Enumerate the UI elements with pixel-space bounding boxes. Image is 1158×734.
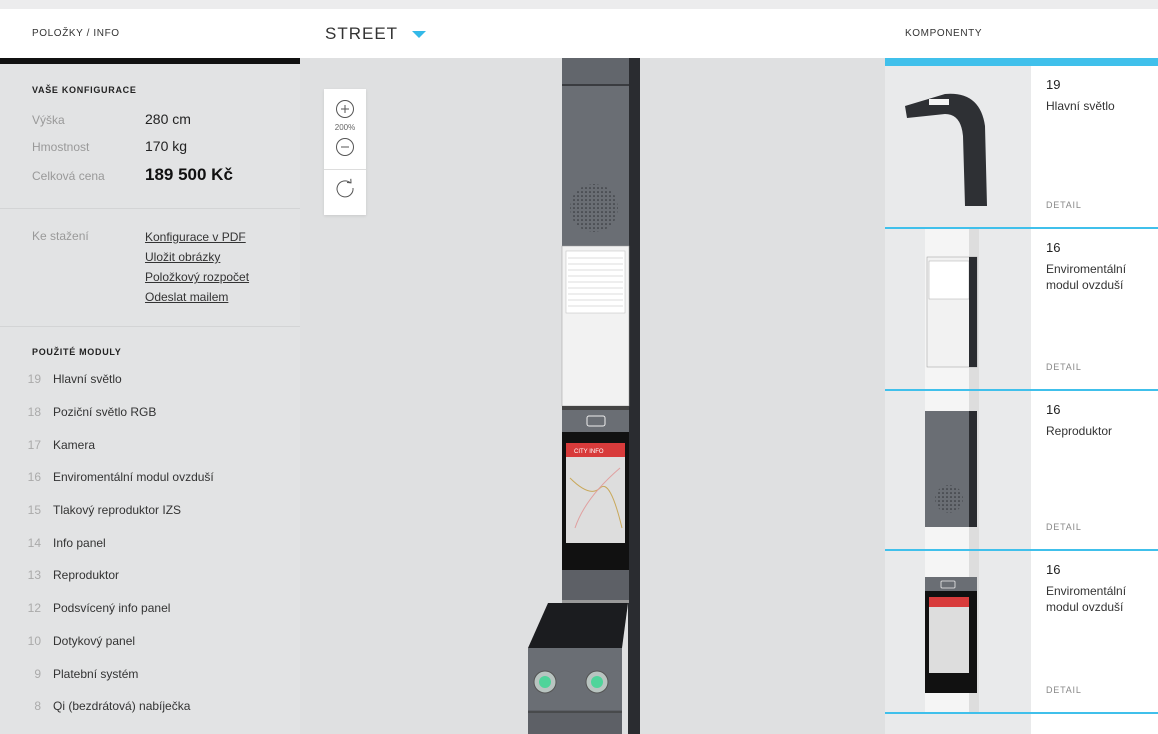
center-viewer: STREET 200% CITY INFO bbox=[300, 9, 885, 734]
downloads-section: Ke stažení Konfigurace v PDF Uložit obrá… bbox=[0, 209, 300, 309]
spec-label: Celková cena bbox=[32, 169, 105, 183]
component-image bbox=[885, 66, 1031, 227]
component-number: 16 bbox=[1046, 402, 1061, 417]
pole-render: CITY INFO bbox=[528, 58, 640, 734]
module-name: Dotykový panel bbox=[53, 633, 136, 648]
list-item[interactable]: 19 Hlavní světlo bbox=[28, 363, 268, 396]
component-name: Enviromentální modul ovzduší bbox=[1046, 584, 1127, 614]
chevron-down-icon[interactable] bbox=[412, 31, 427, 38]
itemized-budget-link[interactable]: Položkový rozpočet bbox=[145, 269, 249, 289]
save-images-link[interactable]: Uložit obrázky bbox=[145, 249, 249, 269]
model-title[interactable]: STREET bbox=[325, 24, 398, 44]
payment-top bbox=[528, 603, 628, 648]
modules-section: POUŽITÉ MODULY 19 Hlavní světlo 18 Poziční… bbox=[0, 347, 300, 723]
module-number: 17 bbox=[27, 437, 41, 452]
modules-title: POUŽITÉ MODULY bbox=[32, 347, 122, 357]
list-item[interactable]: 10 Dotykový panel bbox=[28, 625, 268, 658]
component-number: 19 bbox=[1046, 77, 1061, 92]
speaker-icon bbox=[925, 391, 979, 549]
component-card[interactable]: 16 Enviromentální modul ovzduší DETAIL bbox=[885, 229, 1158, 389]
components-header: KOMPONENTY bbox=[905, 28, 983, 39]
component-number: 16 bbox=[1046, 562, 1061, 577]
detail-link[interactable]: DETAIL bbox=[1046, 200, 1082, 210]
module-name: Hlavní světlo bbox=[53, 372, 122, 387]
spec-label: Hmostnost bbox=[32, 140, 90, 154]
list-item[interactable]: 14 Info panel bbox=[28, 526, 268, 559]
components-panel: KOMPONENTY 19 Hlavní světlo DETAIL 16 En… bbox=[885, 9, 1158, 734]
list-item[interactable]: 15 Tlakový reproduktor IZS bbox=[28, 494, 268, 527]
configuration-section: VAŠE KONFIGURACE Výška 280 cm Hmostnost … bbox=[0, 85, 300, 192]
component-card[interactable]: 19 Hlavní světlo DETAIL bbox=[885, 66, 1158, 227]
lamp-icon bbox=[905, 93, 987, 206]
module-name: Info panel bbox=[53, 535, 106, 550]
spec-row-height: Výška 280 cm bbox=[32, 111, 268, 138]
spec-value: 280 cm bbox=[145, 111, 191, 127]
list-item[interactable]: 16 Enviromentální modul ovzduší bbox=[28, 461, 268, 494]
module-name: Enviromentální modul ovzduší bbox=[53, 470, 214, 485]
module-number: 12 bbox=[27, 601, 41, 616]
list-item[interactable]: 9 Platební systém bbox=[32, 657, 268, 690]
list-item[interactable]: 13 Reproduktor bbox=[28, 559, 268, 592]
download-pdf-link[interactable]: Konfigurace v PDF bbox=[145, 229, 249, 249]
module-number: 15 bbox=[27, 503, 41, 518]
module-number: 8 bbox=[34, 699, 41, 714]
modules-list: 19 Hlavní světlo 18 Poziční světlo RGB 17 K… bbox=[28, 363, 268, 723]
divider bbox=[0, 326, 300, 327]
module-number: 16 bbox=[27, 470, 41, 485]
screen-module-icon bbox=[925, 551, 979, 712]
module-number: 14 bbox=[27, 535, 41, 550]
detail-link[interactable]: DETAIL bbox=[1046, 685, 1082, 695]
component-name: Enviromentální modul ovzduší bbox=[1046, 262, 1127, 292]
component-name: Hlavní světlo bbox=[1046, 99, 1115, 113]
screen-label: CITY INFO bbox=[574, 449, 604, 455]
component-card[interactable]: 16 Enviromentální modul ovzduší DETAIL bbox=[885, 551, 1158, 712]
spec-value: 170 kg bbox=[145, 138, 188, 154]
left-panel: POLOŽKY / INFO VAŠE KONFIGURACE Výška 28… bbox=[0, 9, 300, 734]
component-image bbox=[885, 714, 1031, 734]
list-item[interactable]: 17 Kamera bbox=[28, 428, 268, 461]
module-name: Kamera bbox=[53, 437, 96, 452]
component-image bbox=[885, 551, 1031, 712]
spec-row-weight: Hmostnost 170 kg bbox=[32, 138, 268, 165]
detail-link[interactable]: DETAIL bbox=[1046, 522, 1082, 532]
downloads-label: Ke stažení bbox=[32, 229, 89, 243]
module-name: Poziční světlo RGB bbox=[53, 405, 157, 420]
component-image bbox=[885, 391, 1031, 549]
send-mail-link[interactable]: Odeslat mailem bbox=[145, 289, 249, 309]
module-number: 10 bbox=[27, 633, 41, 648]
components-bar bbox=[885, 58, 1158, 66]
component-card[interactable]: 16 Reproduktor DETAIL bbox=[885, 391, 1158, 549]
component-name: Reproduktor bbox=[1046, 424, 1113, 438]
module-name: Reproduktor bbox=[53, 568, 120, 583]
detail-link[interactable]: DETAIL bbox=[1046, 362, 1082, 372]
module-number: 18 bbox=[27, 405, 41, 420]
configuration-title: VAŠE KONFIGURACE bbox=[32, 85, 137, 95]
left-panel-bar bbox=[0, 58, 300, 64]
module-name: Qi (bezdrátová) nabíječka bbox=[53, 699, 191, 714]
module-name: Platební systém bbox=[53, 666, 139, 681]
spec-row-price: Celková cena 189 500 Kč bbox=[32, 165, 268, 192]
total-price: 189 500 Kč bbox=[145, 165, 233, 184]
left-panel-header: POLOŽKY / INFO bbox=[0, 9, 300, 58]
component-number: 16 bbox=[1046, 240, 1061, 255]
info-panel-icon bbox=[925, 229, 979, 389]
center-header: STREET bbox=[300, 9, 885, 58]
module-number: 9 bbox=[34, 666, 41, 681]
list-item[interactable]: 8 Qi (bezdrátová) nabíječka bbox=[32, 690, 268, 723]
module-name: Podsvícený info panel bbox=[53, 601, 171, 616]
component-image bbox=[885, 229, 1031, 389]
top-strip bbox=[0, 0, 1158, 9]
module-number: 13 bbox=[27, 568, 41, 583]
module-number: 19 bbox=[27, 372, 41, 387]
list-item[interactable]: 18 Poziční světlo RGB bbox=[28, 396, 268, 429]
speaker-grille bbox=[570, 184, 618, 232]
list-item[interactable]: 12 Podsvícený info panel bbox=[28, 592, 268, 625]
module-name: Tlakový reproduktor IZS bbox=[53, 503, 182, 518]
spec-label: Výška bbox=[32, 113, 65, 127]
